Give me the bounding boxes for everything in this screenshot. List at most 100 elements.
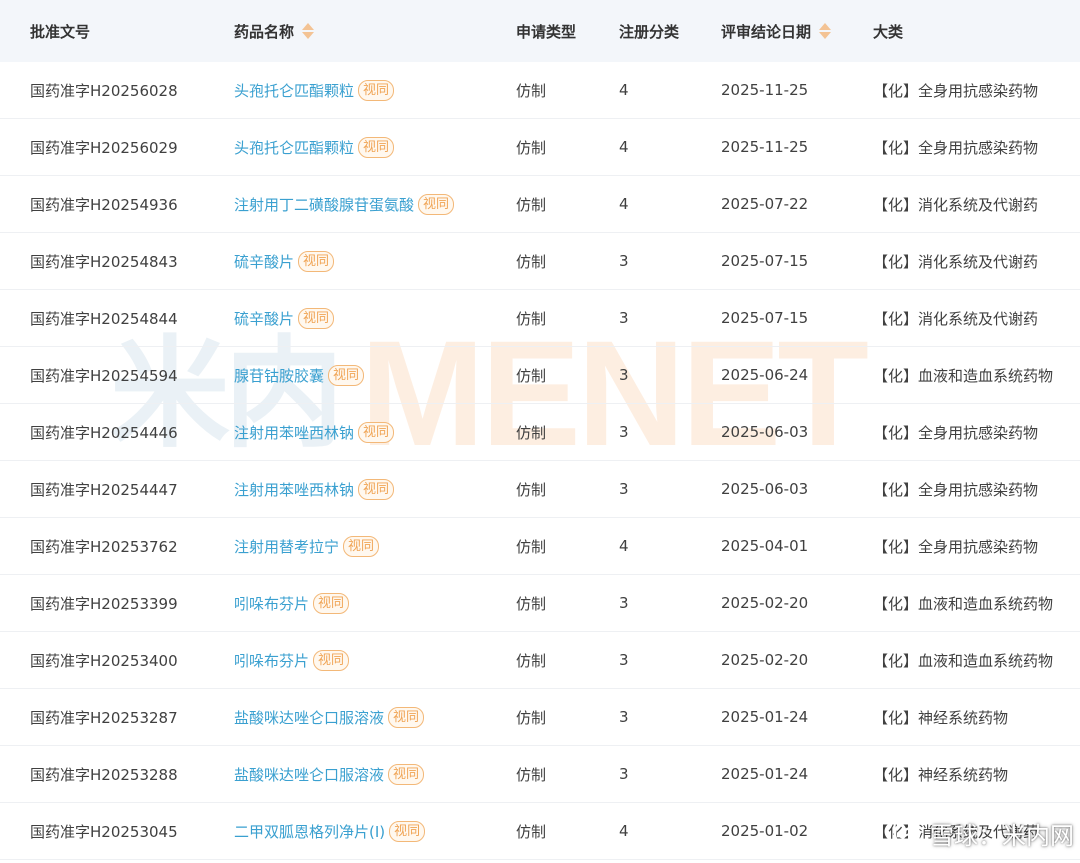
table-row: 国药准字H20253762 注射用替考拉宁 视同 仿制 4 2025-04-01 【化】全身…: [0, 518, 1080, 575]
table-row: 国药准字H20254594 腺苷钴胺胶囊 视同 仿制 3 2025-06-24 【化】血液和…: [0, 347, 1080, 404]
column-header-category: 大类: [873, 0, 903, 62]
review-date-cell: 2025-01-24: [721, 708, 809, 726]
approval-number-cell: 国药准字H20253287: [30, 708, 178, 727]
category-cell: 【化】消化系统及代谢药: [873, 195, 1039, 214]
application-type-cell: 仿制: [516, 252, 547, 271]
review-date-cell: 2025-11-25: [721, 81, 809, 99]
drug-name-cell: 盐酸咪达唑仑口服溶液 视同: [234, 689, 425, 745]
column-header-label: 批准文号: [30, 22, 91, 41]
drug-name-link[interactable]: 腺苷钴胺胶囊: [234, 365, 324, 386]
column-header-label: 大类: [873, 22, 904, 41]
table-row: 国药准字H20253287 盐酸咪达唑仑口服溶液 视同 仿制 3 2025-01-24 【化…: [0, 689, 1080, 746]
category-cell: 【化】神经系统药物: [873, 765, 1009, 784]
equivalence-badge: 视同: [388, 706, 425, 728]
registration-class-cell: 4: [619, 81, 629, 99]
column-header-approval-no: 批准文号: [30, 0, 90, 62]
approval-number-cell: 国药准字H20254594: [30, 366, 178, 385]
drug-name-cell: 头孢托仑匹酯颗粒 视同: [234, 62, 395, 118]
drug-name-cell: 注射用苯唑西林钠 视同: [234, 461, 395, 517]
application-type-cell: 仿制: [516, 765, 547, 784]
drug-name-link[interactable]: 注射用苯唑西林钠: [234, 422, 354, 443]
drug-name-cell: 吲哚布芬片 视同: [234, 575, 350, 631]
category-cell: 【化】全身用抗感染药物: [873, 138, 1039, 157]
registration-class-cell: 3: [619, 765, 629, 783]
column-header-label: 药品名称: [234, 22, 295, 41]
category-cell: 【化】血液和造血系统药物: [873, 366, 1054, 385]
drug-name-link[interactable]: 盐酸咪达唑仑口服溶液: [234, 707, 384, 728]
drug-name-link[interactable]: 注射用丁二磺酸腺苷蛋氨酸: [234, 194, 414, 215]
application-type-cell: 仿制: [516, 366, 547, 385]
table-row: 国药准字H20254447 注射用苯唑西林钠 视同 仿制 3 2025-06-03 【化】全…: [0, 461, 1080, 518]
review-date-cell: 2025-02-20: [721, 651, 809, 669]
review-date-cell: 2025-07-22: [721, 195, 809, 213]
approval-number-cell: 国药准字H20254446: [30, 423, 178, 442]
drug-name-link[interactable]: 硫辛酸片: [234, 308, 294, 329]
drug-name-link[interactable]: 二甲双胍恩格列净片(Ⅰ): [234, 821, 385, 842]
equivalence-badge: 视同: [313, 649, 350, 671]
table-row: 国药准字H20254936 注射用丁二磺酸腺苷蛋氨酸 视同 仿制 4 2025-07-22…: [0, 176, 1080, 233]
equivalence-badge: 视同: [298, 250, 335, 272]
application-type-cell: 仿制: [516, 81, 547, 100]
application-type-cell: 仿制: [516, 651, 547, 670]
drug-name-link[interactable]: 吲哚布芬片: [234, 593, 309, 614]
drug-name-link[interactable]: 头孢托仑匹酯颗粒: [234, 80, 354, 101]
registration-class-cell: 3: [619, 423, 629, 441]
table-body: 国药准字H20256028 头孢托仑匹酯颗粒 视同 仿制 4 2025-11-25 【化】全…: [0, 62, 1080, 860]
table-row: 国药准字H20254844 硫辛酸片 视同 仿制 3 2025-07-15 【化】消化系统及…: [0, 290, 1080, 347]
column-header-review-date[interactable]: 评审结论日期: [721, 0, 832, 62]
drug-name-link[interactable]: 硫辛酸片: [234, 251, 294, 272]
application-type-cell: 仿制: [516, 138, 547, 157]
sort-arrows-icon[interactable]: [819, 23, 832, 39]
review-date-cell: 2025-07-15: [721, 309, 809, 327]
equivalence-badge: 视同: [343, 535, 380, 557]
application-type-cell: 仿制: [516, 594, 547, 613]
sort-arrows-icon[interactable]: [302, 23, 315, 39]
drug-name-cell: 注射用丁二磺酸腺苷蛋氨酸 视同: [234, 176, 455, 232]
drug-name-link[interactable]: 注射用苯唑西林钠: [234, 479, 354, 500]
drug-name-cell: 头孢托仑匹酯颗粒 视同: [234, 119, 395, 175]
equivalence-badge: 视同: [358, 478, 395, 500]
column-header-label: 评审结论日期: [721, 22, 812, 41]
review-date-cell: 2025-11-25: [721, 138, 809, 156]
approval-number-cell: 国药准字H20256029: [30, 138, 178, 157]
application-type-cell: 仿制: [516, 480, 547, 499]
approval-number-cell: 国药准字H20253399: [30, 594, 178, 613]
category-cell: 【化】神经系统药物: [873, 708, 1009, 727]
registration-class-cell: 4: [619, 537, 629, 555]
application-type-cell: 仿制: [516, 708, 547, 727]
drug-name-cell: 硫辛酸片 视同: [234, 233, 335, 289]
drug-approval-table: 批准文号 药品名称 申请类型 注册分类 评审结论日期 大类 国药准字H20256…: [0, 0, 1080, 860]
approval-number-cell: 国药准字H20256028: [30, 81, 178, 100]
equivalence-badge: 视同: [388, 763, 425, 785]
approval-number-cell: 国药准字H20254844: [30, 309, 178, 328]
drug-approval-page: 米内 MENET 批准文号 药品名称 申请类型 注册分类 评审结论日期 大类 国…: [0, 0, 1080, 863]
review-date-cell: 2025-01-02: [721, 822, 809, 840]
equivalence-badge: 视同: [418, 193, 455, 215]
category-cell: 【化】消化系统及代谢药: [873, 252, 1039, 271]
drug-name-link[interactable]: 盐酸咪达唑仑口服溶液: [234, 764, 384, 785]
category-cell: 【化】血液和造血系统药物: [873, 594, 1054, 613]
table-row: 国药准字H20256029 头孢托仑匹酯颗粒 视同 仿制 4 2025-11-25 【化】全…: [0, 119, 1080, 176]
table-row: 国药准字H20254446 注射用苯唑西林钠 视同 仿制 3 2025-06-03 【化】全…: [0, 404, 1080, 461]
drug-name-cell: 二甲双胍恩格列净片(Ⅰ) 视同: [234, 803, 426, 859]
approval-number-cell: 国药准字H20254447: [30, 480, 178, 499]
application-type-cell: 仿制: [516, 537, 547, 556]
table-row: 国药准字H20254843 硫辛酸片 视同 仿制 3 2025-07-15 【化】消化系统及…: [0, 233, 1080, 290]
equivalence-badge: 视同: [328, 364, 365, 386]
drug-name-link[interactable]: 头孢托仑匹酯颗粒: [234, 137, 354, 158]
registration-class-cell: 3: [619, 252, 629, 270]
column-header-drug-name[interactable]: 药品名称: [234, 0, 315, 62]
table-row: 国药准字H20256028 头孢托仑匹酯颗粒 视同 仿制 4 2025-11-25 【化】全…: [0, 62, 1080, 119]
registration-class-cell: 3: [619, 594, 629, 612]
application-type-cell: 仿制: [516, 195, 547, 214]
column-header-label: 申请类型: [516, 22, 577, 41]
table-row: 国药准字H20253399 吲哚布芬片 视同 仿制 3 2025-02-20 【化】血液和造…: [0, 575, 1080, 632]
category-cell: 【化】消化系统及代谢药: [873, 822, 1039, 841]
approval-number-cell: 国药准字H20254843: [30, 252, 178, 271]
drug-name-link[interactable]: 吲哚布芬片: [234, 650, 309, 671]
drug-name-link[interactable]: 注射用替考拉宁: [234, 536, 339, 557]
column-header-application-type: 申请类型: [516, 0, 576, 62]
review-date-cell: 2025-01-24: [721, 765, 809, 783]
review-date-cell: 2025-06-24: [721, 366, 809, 384]
application-type-cell: 仿制: [516, 309, 547, 328]
